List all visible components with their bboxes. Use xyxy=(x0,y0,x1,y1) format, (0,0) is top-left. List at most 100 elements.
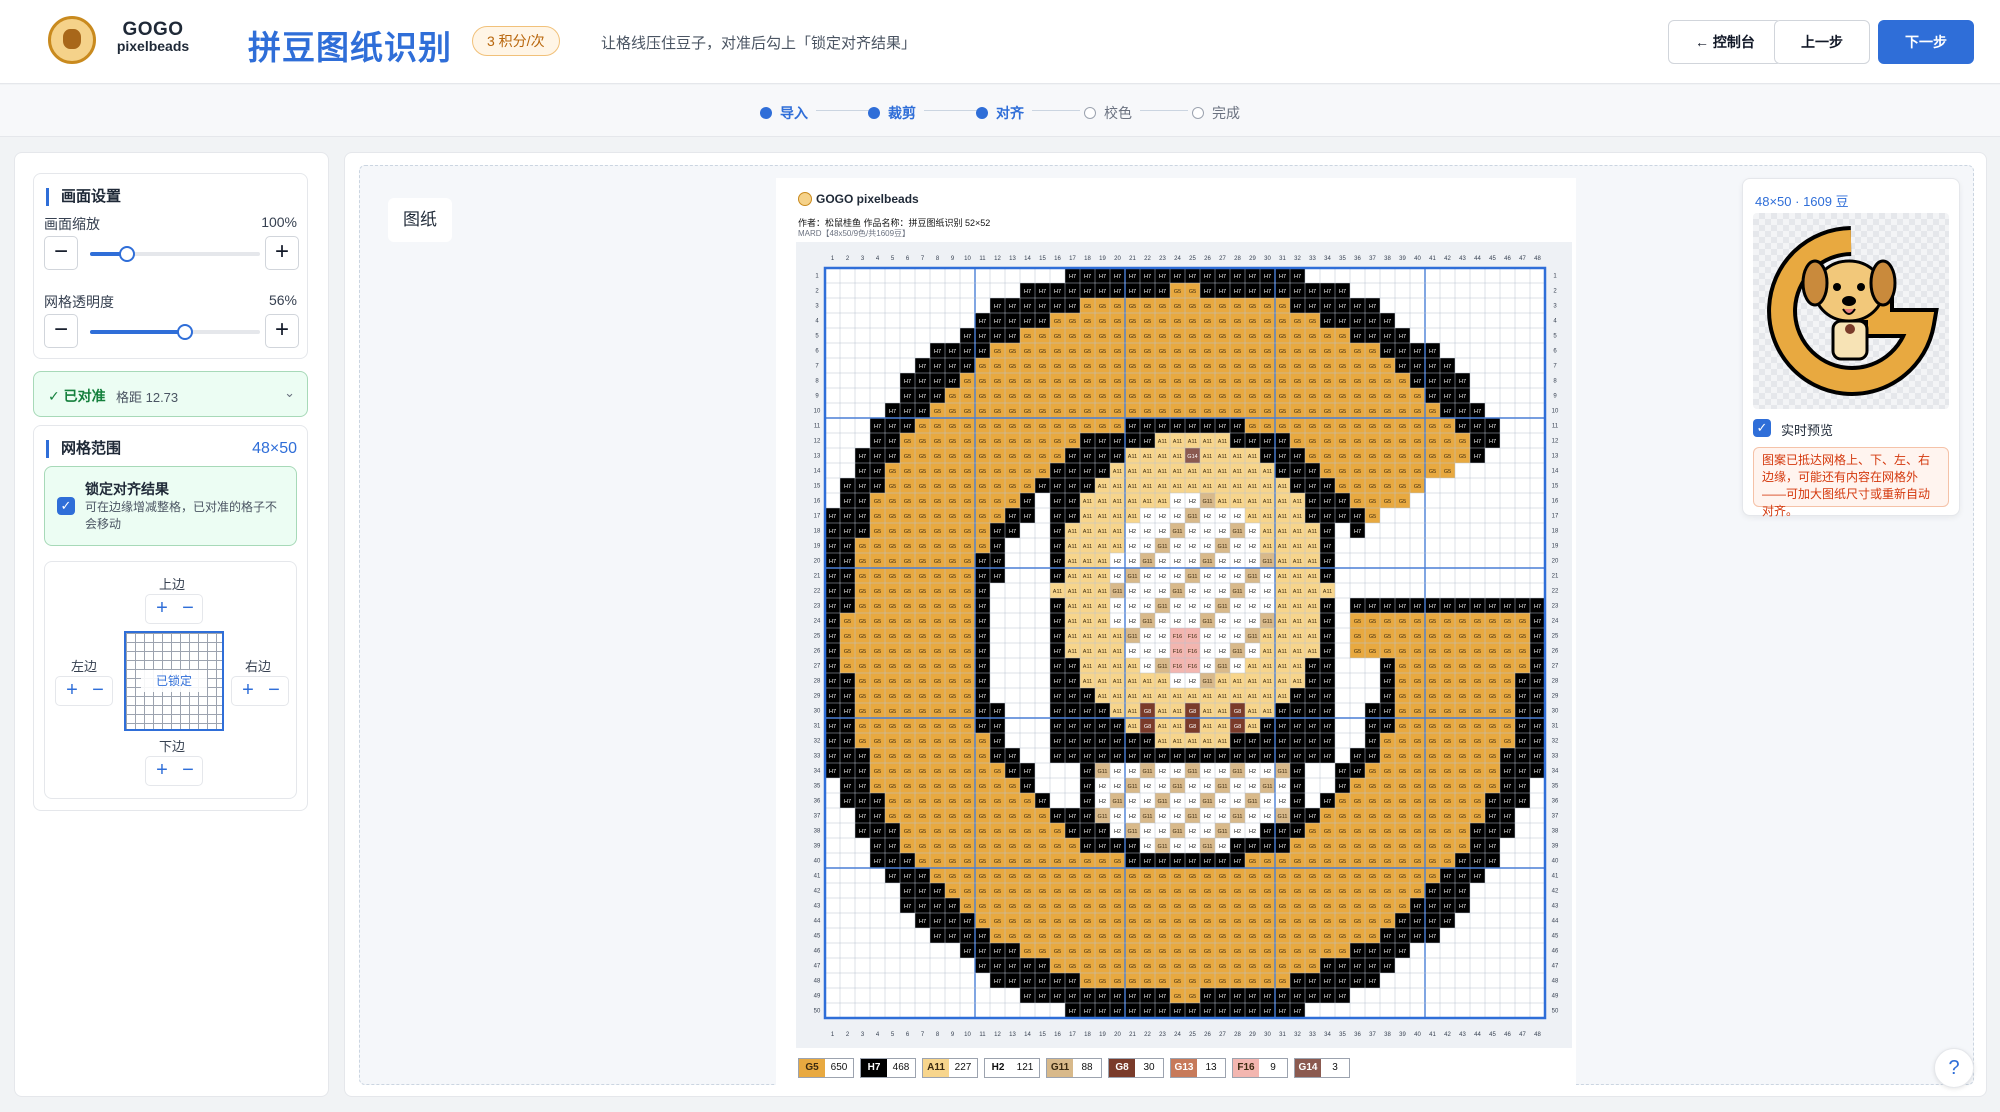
bead-code: H7 xyxy=(1429,364,1436,370)
bead-code: H7 xyxy=(889,409,896,415)
bead-code: H7 xyxy=(1174,1009,1181,1015)
opacity-slider-handle[interactable] xyxy=(177,324,194,340)
bead-code: G5 xyxy=(1069,379,1076,385)
bead-code: H2 xyxy=(1204,769,1211,775)
chevron-down-icon[interactable]: ⌄ xyxy=(284,385,295,401)
bead-code: G5 xyxy=(1369,799,1376,805)
bead-code: H2 xyxy=(1159,559,1166,565)
bead-code: G5 xyxy=(1219,889,1226,895)
bead-code: G5 xyxy=(1174,334,1181,340)
bead-code: A11 xyxy=(1308,649,1317,655)
right-edge-remove-button[interactable]: − xyxy=(262,679,286,703)
bead-code: H7 xyxy=(964,364,971,370)
bead-code: G5 xyxy=(1159,319,1166,325)
next-step-button[interactable]: 下一步 xyxy=(1878,20,1974,64)
bead-code: H7 xyxy=(1084,739,1091,745)
help-icon[interactable]: ? xyxy=(1934,1048,1974,1088)
bead-code: H7 xyxy=(1054,664,1061,670)
realtime-preview-checkbox[interactable]: ✓ xyxy=(1753,419,1771,437)
bead-code: G5 xyxy=(1189,904,1196,910)
bead-code: G5 xyxy=(1054,844,1061,850)
pattern-sheet[interactable]: GOGO pixelbeads 作者：松鼠桂鱼 作品名称：拼豆图纸识别 52×5… xyxy=(776,178,1576,1086)
bead-code: H7 xyxy=(859,754,866,760)
grid-opacity-slider[interactable] xyxy=(90,324,260,340)
row-index: 48 xyxy=(814,979,821,985)
bead-code: G5 xyxy=(1414,394,1421,400)
bead-code: G5 xyxy=(1039,859,1046,865)
bead-code: G11 xyxy=(1158,799,1168,805)
zoom-out-button[interactable]: − xyxy=(44,236,78,270)
bead-code: G5 xyxy=(1114,889,1121,895)
grid-opacity-value: 56% xyxy=(268,292,297,308)
legend-swatch: G5 xyxy=(799,1059,825,1077)
bead-grid[interactable]: H7 H7 H7 H7 H7 H7 H7 H7 H7 H7 H7 H7 H7 H7 H7 H7H7 H7 H7 H7… xyxy=(796,242,1572,1048)
bead-code: A11 xyxy=(1068,619,1077,625)
bead-code: G5 xyxy=(1444,844,1451,850)
bead-code: A11 xyxy=(1113,484,1122,490)
column-index: 25 xyxy=(1189,256,1196,262)
bead-code: A11 xyxy=(1083,574,1092,580)
aligned-status-bar[interactable]: ✓ 已对准 格距 12.73 ⌄ xyxy=(33,371,308,417)
bead-code: G5 xyxy=(1024,829,1031,835)
realtime-preview-label: 实时预览 xyxy=(1781,423,1834,438)
legend-item: G13 13 xyxy=(1170,1058,1226,1078)
dashboard-button[interactable]: ← 控制台 xyxy=(1668,20,1782,64)
bead-code: G5 xyxy=(1369,829,1376,835)
bottom-edge-add-button[interactable]: + xyxy=(150,759,174,783)
bead-code: H7 xyxy=(1339,319,1346,325)
lock-title: 锁定对齐结果 xyxy=(85,481,169,497)
bead-code: H2 xyxy=(1144,844,1151,850)
bead-code: G5 xyxy=(1264,334,1271,340)
bead-code: G5 xyxy=(889,514,896,520)
bead-code: G5 xyxy=(964,694,971,700)
bead-code: G5 xyxy=(1384,484,1391,490)
opacity-decrease-button[interactable]: − xyxy=(44,314,78,348)
bead-code: A11 xyxy=(1218,739,1227,745)
bead-code: G5 xyxy=(1384,364,1391,370)
canvas-workspace[interactable]: 图纸 GOGO pixelbeads 作者：松鼠桂鱼 作品名称：拼豆图纸识别 5… xyxy=(359,165,1974,1086)
bead-code: G5 xyxy=(1489,619,1496,625)
bead-code: H7 xyxy=(844,724,851,730)
left-edge-add-button[interactable]: + xyxy=(60,679,84,703)
bead-code: G5 xyxy=(1009,379,1016,385)
right-edge-add-button[interactable]: + xyxy=(236,679,260,703)
bead-code: A11 xyxy=(1068,529,1077,535)
bead-code: H2 xyxy=(1174,619,1181,625)
bead-code: G5 xyxy=(904,454,911,460)
bead-code: H7 xyxy=(979,574,986,580)
bead-code: H7 xyxy=(1324,619,1331,625)
bead-code: H7 xyxy=(1054,994,1061,1000)
prev-step-button[interactable]: 上一步 xyxy=(1774,20,1870,64)
bead-code: H7 xyxy=(1294,739,1301,745)
zoom-in-button[interactable]: + xyxy=(265,236,299,270)
top-edge-remove-button[interactable]: − xyxy=(176,597,200,621)
bead-code: H7 xyxy=(1039,979,1046,985)
bead-code: H7 xyxy=(844,559,851,565)
lock-alignment-option[interactable]: ✓ 锁定对齐结果 可在边缘增减整格，已对准的格子不会移动 xyxy=(44,466,297,546)
top-edge-add-button[interactable]: + xyxy=(150,597,174,621)
lock-checkbox[interactable]: ✓ xyxy=(57,497,75,515)
bead-code: G5 xyxy=(934,604,941,610)
bead-code: A11 xyxy=(1143,454,1152,460)
bead-code: G5 xyxy=(1309,874,1316,880)
bead-code: H2 xyxy=(1144,514,1151,520)
bead-code: H2 xyxy=(1144,634,1151,640)
bead-code: G5 xyxy=(1429,439,1436,445)
bead-code: G5 xyxy=(934,619,941,625)
bead-code: G5 xyxy=(1234,304,1241,310)
row-index: 38 xyxy=(814,829,821,835)
left-edge-remove-button[interactable]: − xyxy=(86,679,110,703)
bead-code: G11 xyxy=(1098,769,1108,775)
bead-code: A11 xyxy=(1293,679,1302,685)
bead-code: H7 xyxy=(919,919,926,925)
bead-code: G5 xyxy=(904,799,911,805)
zoom-slider[interactable] xyxy=(90,246,260,262)
column-index: 14 xyxy=(1024,1032,1031,1038)
bead-code: H7 xyxy=(1474,424,1481,430)
zoom-slider-handle[interactable] xyxy=(119,246,136,262)
bead-code: H7 xyxy=(1309,469,1316,475)
bottom-edge-remove-button[interactable]: − xyxy=(176,759,200,783)
bead-code: G11 xyxy=(1188,814,1198,820)
opacity-increase-button[interactable]: + xyxy=(265,314,299,348)
bead-code: G5 xyxy=(1504,679,1511,685)
